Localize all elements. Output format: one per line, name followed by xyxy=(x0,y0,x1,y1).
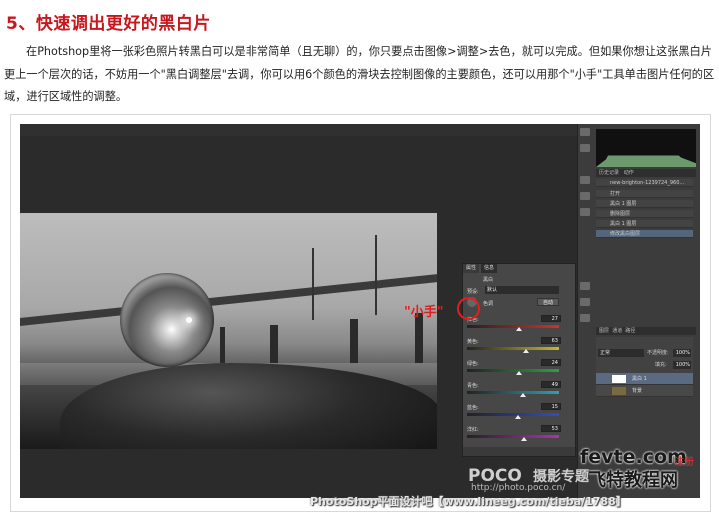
lens-flare xyxy=(186,317,192,323)
properties-footer-icons[interactable] xyxy=(463,447,575,456)
history-item[interactable]: 打开 xyxy=(596,190,693,198)
slider-track[interactable] xyxy=(467,347,559,350)
slider-track[interactable] xyxy=(467,391,559,394)
pier-pillar xyxy=(220,327,225,367)
layer-label: 背景 xyxy=(632,388,643,394)
slider-value[interactable]: 63 xyxy=(541,337,561,344)
slider-row-cyan: 青色: 49 xyxy=(467,381,571,404)
slider-value[interactable]: 49 xyxy=(541,381,561,388)
footer-watermark: PhotoShop平面设计吧【www.lineeg.com/tieba/1788… xyxy=(310,495,627,508)
tab-properties[interactable]: 属性 xyxy=(463,264,480,273)
pier-pillar xyxy=(270,325,278,367)
history-item[interactable]: 黑白 1 图层 xyxy=(596,200,693,208)
adjustment-title: 黑白 xyxy=(483,277,494,283)
layer-row-active[interactable]: 黑白 1 xyxy=(596,373,693,385)
history-item[interactable]: 黑白 1 图层 xyxy=(596,220,693,228)
section-heading: 5、快速调出更好的黑白片 xyxy=(6,14,211,34)
lamp-post xyxy=(312,248,314,320)
styles-icon[interactable] xyxy=(580,314,590,322)
info-icon[interactable] xyxy=(580,144,590,152)
actions-icon[interactable] xyxy=(580,192,590,200)
slider-row-red: 红色: 27 xyxy=(467,315,571,338)
preset-select[interactable]: 默认 xyxy=(485,286,559,294)
history-icon[interactable] xyxy=(580,176,590,184)
fill-label: 填充: xyxy=(655,362,667,368)
histogram-icon[interactable] xyxy=(580,128,590,136)
history-item-label: 黑白 1 图层 xyxy=(610,221,637,227)
tab-paths[interactable]: 路径 xyxy=(625,328,635,334)
slider-label: 青色: xyxy=(467,383,479,389)
pier-pillar xyxy=(415,313,423,368)
tab-layers[interactable]: 图层 xyxy=(599,328,609,334)
slider-row-blue: 蓝色: 15 xyxy=(467,403,571,426)
crystal-ball xyxy=(120,273,214,367)
layer-row[interactable]: 背景 xyxy=(596,385,693,397)
poco-url-watermark: http://photo.poco.cn/ xyxy=(471,483,566,493)
slider-label: 黄色: xyxy=(467,339,479,345)
layer-label: 黑白 1 xyxy=(632,376,647,382)
slider-thumb[interactable] xyxy=(516,371,523,375)
slider-track[interactable] xyxy=(467,369,559,372)
slider-value[interactable]: 53 xyxy=(541,425,561,432)
tab-actions[interactable]: 动作 xyxy=(624,170,634,176)
opacity-input[interactable]: 100% xyxy=(673,349,691,357)
history-item-label: 打开 xyxy=(610,191,621,197)
document-tab-bar[interactable] xyxy=(20,124,580,136)
slider-value[interactable]: 27 xyxy=(541,315,561,322)
annotation-circle xyxy=(457,297,480,320)
fevte-watermark: fevte.com xyxy=(580,446,687,468)
annotation-hand-label: "小手" xyxy=(404,305,444,320)
adjustments-icon[interactable] xyxy=(580,282,590,290)
slider-thumb[interactable] xyxy=(516,327,523,331)
slider-thumb[interactable] xyxy=(514,415,521,419)
lamp-post xyxy=(375,235,377,315)
slider-value[interactable]: 24 xyxy=(541,359,561,366)
slider-label: 洋红: xyxy=(467,427,479,433)
layer-mask-thumbnail[interactable] xyxy=(612,375,626,383)
history-item-active[interactable]: 修改黑白图层 xyxy=(596,230,693,238)
slider-label: 绿色: xyxy=(467,361,479,367)
layers-panel-tabs[interactable]: 图层 通道 路径 xyxy=(596,327,696,335)
slider-thumb[interactable] xyxy=(520,393,527,397)
panel-toolstrip xyxy=(580,128,592,328)
history-panel-tabs[interactable]: 历史记录 动作 xyxy=(596,169,696,177)
tint-checkbox-label[interactable]: 色调 xyxy=(483,300,493,307)
tab-history[interactable]: 历史记录 xyxy=(599,170,619,176)
history-item-label: 删除图层 xyxy=(610,211,631,217)
pier-pillar xyxy=(350,319,358,367)
fill-input[interactable]: 100% xyxy=(673,361,691,369)
slider-thumb[interactable] xyxy=(521,437,528,441)
properties-icon[interactable] xyxy=(580,298,590,306)
fevte-cn-watermark: 飞特教程网 xyxy=(588,470,678,491)
histogram-panel xyxy=(596,129,696,167)
histogram-graph xyxy=(596,136,696,167)
slider-label: 蓝色: xyxy=(467,405,479,411)
tab-info[interactable]: 信息 xyxy=(481,264,498,273)
slider-row-green: 绿色: 24 xyxy=(467,359,571,382)
layer-thumbnail[interactable] xyxy=(612,387,626,395)
history-item-label: 修改黑白图层 xyxy=(610,231,641,237)
intro-paragraph: 在Photshop里将一张彩色照片转黑白可以是非常简单（且无聊）的，你只要点击图… xyxy=(4,45,715,103)
preset-label: 预设: xyxy=(467,289,479,295)
history-item[interactable]: 删除图层 xyxy=(596,210,693,218)
opacity-label: 不透明度: xyxy=(647,350,669,356)
history-snapshot[interactable]: new-brighton-1239724_960... xyxy=(596,179,693,187)
slider-track[interactable] xyxy=(467,435,559,438)
blend-mode-select[interactable]: 正常 xyxy=(598,349,644,357)
auto-button[interactable]: 自动 xyxy=(537,298,559,306)
brush-icon[interactable] xyxy=(580,208,590,216)
slider-value[interactable]: 15 xyxy=(541,403,561,410)
canvas-photo[interactable] xyxy=(20,213,437,449)
slider-thumb[interactable] xyxy=(522,349,529,353)
tab-channels[interactable]: 通道 xyxy=(612,328,622,334)
snapshot-label: new-brighton-1239724_960... xyxy=(610,180,685,186)
slider-track[interactable] xyxy=(467,325,559,328)
slider-track[interactable] xyxy=(467,413,559,416)
history-item-label: 黑白 1 图层 xyxy=(610,201,637,207)
properties-panel: 属性 信息 黑白 预设: 默认 色调 自动 红色: 27 黄色: 63 绿色: … xyxy=(462,263,576,457)
slider-row-magenta: 洋红: 53 xyxy=(467,425,571,448)
fevte-tag-watermark: 注册 xyxy=(674,457,694,468)
slider-row-yellow: 黄色: 63 xyxy=(467,337,571,360)
